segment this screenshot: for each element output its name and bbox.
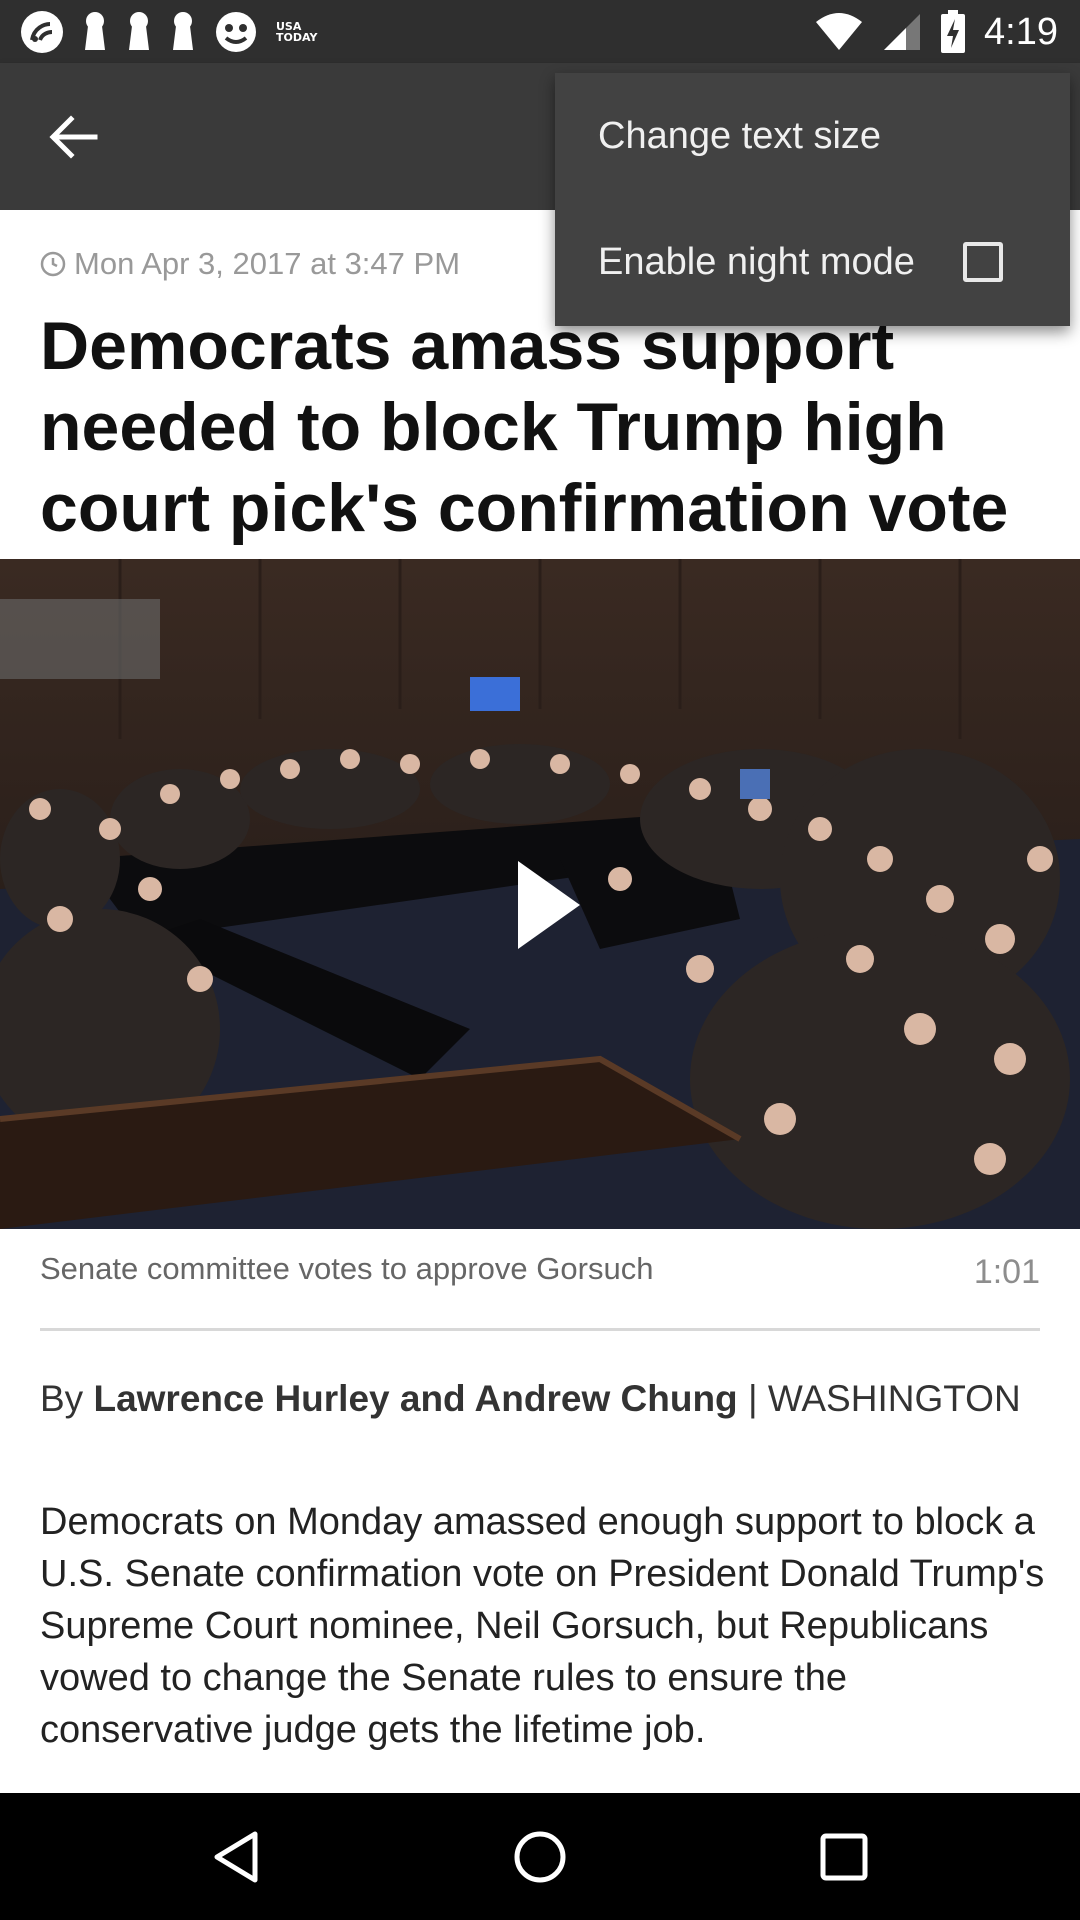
video-caption: Senate committee votes to approve Gorsuc… — [40, 1251, 654, 1286]
article-byline: By Lawrence Hurley and Andrew Chung | WA… — [40, 1378, 1021, 1420]
face-icon — [214, 10, 258, 54]
notification-icons: USA TODAY — [20, 10, 317, 54]
night-mode-checkbox[interactable] — [963, 242, 1003, 282]
menu-item-label: Change text size — [598, 114, 882, 157]
nav-back-button[interactable] — [198, 1819, 274, 1895]
nav-home-button[interactable] — [502, 1819, 578, 1895]
article-content[interactable]: Mon Apr 3, 2017 at 3:47 PM Democrats ama… — [0, 210, 1080, 1793]
back-triangle-icon — [214, 1831, 258, 1883]
video-player[interactable] — [0, 559, 1080, 1229]
nav-recents-button[interactable] — [806, 1819, 882, 1895]
usa-today-line2: TODAY — [276, 31, 318, 44]
recents-square-icon — [820, 1833, 868, 1881]
usa-today-icon: USA TODAY — [276, 21, 317, 43]
home-circle-icon — [514, 1831, 566, 1883]
wifi-icon — [814, 12, 864, 52]
article-headline: Democrats amass support needed to block … — [40, 308, 1009, 546]
keyhole-icon — [170, 10, 196, 54]
video-duration: 1:01 — [973, 1253, 1040, 1291]
timestamp-text: Mon Apr 3, 2017 at 3:47 PM — [74, 246, 461, 281]
battery-charging-icon — [940, 10, 966, 54]
keyhole-icon — [126, 10, 152, 54]
status-bar: USA TODAY 4:19 — [0, 0, 1080, 63]
clock: 4:19 — [984, 10, 1058, 53]
app-notification-icon — [20, 10, 64, 54]
menu-item-label: Enable night mode — [598, 240, 915, 283]
keyhole-icon — [82, 10, 108, 54]
article-body: Democrats on Monday amassed enough suppo… — [40, 1501, 1045, 1751]
clock-icon — [40, 251, 66, 277]
byline-authors[interactable]: Lawrence Hurley and Andrew Chung — [93, 1378, 737, 1419]
byline-location: | WASHINGTON — [747, 1378, 1021, 1419]
signal-icon — [882, 12, 922, 52]
overflow-menu: Change text size Enable night mode — [555, 73, 1070, 326]
menu-item-change-text-size[interactable]: Change text size — [555, 73, 1070, 199]
byline-prefix: By — [40, 1378, 84, 1419]
arrow-left-icon — [49, 115, 98, 159]
back-button[interactable] — [40, 103, 108, 171]
menu-item-night-mode[interactable]: Enable night mode — [555, 199, 1070, 325]
navigation-bar — [0, 1793, 1080, 1920]
article-timestamp: Mon Apr 3, 2017 at 3:47 PM — [40, 244, 460, 284]
video-caption-row: Senate committee votes to approve Gorsuc… — [40, 1229, 1040, 1331]
play-icon[interactable] — [514, 857, 584, 953]
